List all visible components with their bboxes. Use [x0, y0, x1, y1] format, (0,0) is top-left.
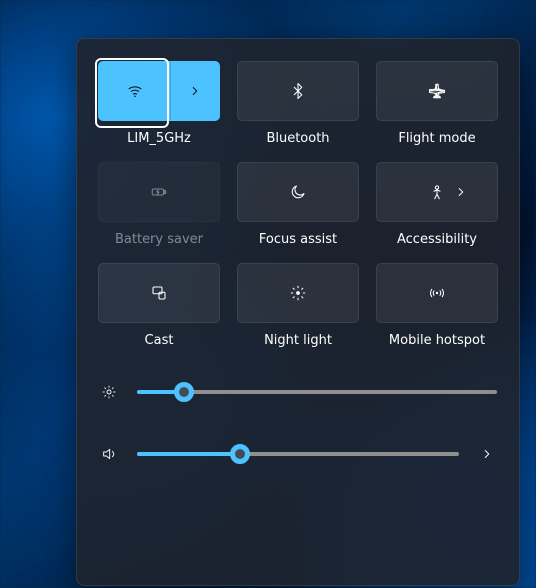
- hotspot-label: Mobile hotspot: [389, 333, 485, 348]
- bluetooth-cell: Bluetooth: [238, 61, 358, 146]
- bluetooth-toggle[interactable]: [238, 82, 358, 100]
- accessibility-tile[interactable]: [376, 162, 498, 222]
- volume-fill: [137, 452, 240, 456]
- chevron-right-icon: [454, 185, 468, 199]
- nightlight-cell: Night light: [238, 263, 358, 348]
- volume-expand-button[interactable]: [477, 447, 497, 461]
- cast-tile[interactable]: [98, 263, 220, 323]
- flight-cell: Flight mode: [377, 61, 497, 146]
- volume-thumb[interactable]: [230, 444, 250, 464]
- hotspot-icon: [428, 284, 446, 302]
- bluetooth-tile[interactable]: [237, 61, 359, 121]
- chevron-right-icon: [188, 84, 202, 98]
- moon-icon: [289, 183, 307, 201]
- airplane-icon: [428, 82, 446, 100]
- focus-cell: Focus assist: [238, 162, 358, 247]
- battery-icon: [150, 183, 168, 201]
- sun-icon: [289, 284, 307, 302]
- hotspot-toggle[interactable]: [377, 284, 497, 302]
- battery-label: Battery saver: [115, 232, 203, 247]
- quick-settings-grid: LIM_5GHz Bluetooth Flight mode Battery save…: [99, 61, 497, 348]
- wifi-label: LIM_5GHz: [127, 131, 191, 146]
- focus-toggle[interactable]: [238, 183, 358, 201]
- wifi-cell: LIM_5GHz: [99, 61, 219, 146]
- accessibility-cell: Accessibility: [377, 162, 497, 247]
- volume-row: [99, 446, 497, 462]
- brightness-slider[interactable]: [137, 390, 497, 394]
- bluetooth-label: Bluetooth: [266, 131, 329, 146]
- cast-toggle[interactable]: [99, 284, 219, 302]
- battery-tile: [98, 162, 220, 222]
- nightlight-label: Night light: [264, 333, 332, 348]
- flight-toggle[interactable]: [377, 82, 497, 100]
- cast-label: Cast: [145, 333, 174, 348]
- volume-slider[interactable]: [137, 452, 459, 456]
- accessibility-label: Accessibility: [397, 232, 477, 247]
- focus-tile[interactable]: [237, 162, 359, 222]
- brightness-icon: [99, 384, 119, 400]
- focus-label: Focus assist: [259, 232, 337, 247]
- sliders-section: [99, 384, 497, 462]
- brightness-row: [99, 384, 497, 400]
- wifi-icon: [126, 82, 144, 100]
- accessibility-expand-button[interactable]: [437, 163, 485, 221]
- wifi-tile[interactable]: [98, 61, 220, 121]
- nightlight-tile[interactable]: [237, 263, 359, 323]
- hotspot-cell: Mobile hotspot: [377, 263, 497, 348]
- bluetooth-icon: [289, 82, 307, 100]
- battery-toggle: [99, 183, 219, 201]
- wifi-expand-button[interactable]: [170, 62, 219, 120]
- battery-cell: Battery saver: [99, 162, 219, 247]
- cast-icon: [150, 284, 168, 302]
- volume-icon: [99, 446, 119, 462]
- brightness-thumb[interactable]: [174, 382, 194, 402]
- flight-tile[interactable]: [376, 61, 498, 121]
- flight-label: Flight mode: [398, 131, 475, 146]
- nightlight-toggle[interactable]: [238, 284, 358, 302]
- wifi-toggle[interactable]: [99, 82, 170, 100]
- hotspot-tile[interactable]: [376, 263, 498, 323]
- quick-settings-panel: LIM_5GHz Bluetooth Flight mode Battery save…: [76, 38, 520, 586]
- cast-cell: Cast: [99, 263, 219, 348]
